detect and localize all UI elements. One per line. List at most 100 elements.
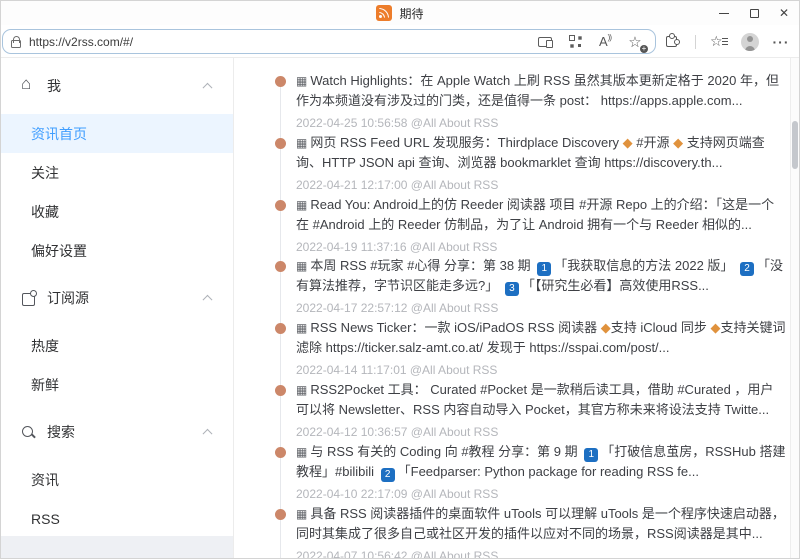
keycap-number-icon: 3 [505, 282, 519, 296]
diamond-icon: ◆ [710, 320, 720, 335]
feed-item-timestamp: 2022-04-12 10:36:57 @All About RSS [296, 423, 799, 441]
browser-window: 期待 ✕ https://v2rss.com/#/ [0, 0, 800, 559]
feed-item-title[interactable]: ▦具备 RSS 阅读器插件的桌面软件 uTools 可以理解 uTools 是一… [296, 504, 786, 544]
sidebar-group-subscriptions[interactable]: 订阅源 [1, 270, 233, 326]
feed-item-title[interactable]: ▦Read You: Android上的仿 Reeder 阅读器 项目 #开源 … [296, 195, 786, 235]
favorites-button[interactable] [707, 31, 731, 53]
sidebar-item-label: 新鲜 [31, 375, 59, 395]
feed-item[interactable]: ▦网页 RSS Feed URL 发现服务：Thirdplace Discove… [234, 133, 799, 195]
sidebar-item-search-rss[interactable]: RSS [1, 499, 233, 538]
feed-item-title[interactable]: ▦RSS2Pocket 工具： Curated #Pocket 是一款稍后读工具… [296, 380, 786, 420]
chevron-up-icon [203, 83, 213, 93]
subscribe-icon [21, 290, 37, 306]
split-screen-button[interactable] [533, 31, 557, 53]
extensions-icon [666, 36, 677, 47]
browser-toolbar: https://v2rss.com/#/ [1, 25, 799, 58]
address-bar-actions [533, 31, 647, 53]
feed-item-text: 支持 iCloud 同步 [611, 320, 711, 335]
url-input[interactable]: https://v2rss.com/#/ [29, 35, 533, 49]
sidebar-footer [1, 536, 233, 558]
profile-button[interactable] [738, 31, 762, 53]
sidebar-item-preferences[interactable]: 偏好设置 [1, 231, 233, 270]
sidebar-group-me[interactable]: 我 [1, 58, 233, 114]
sidebar-item-fresh[interactable]: 新鲜 [1, 365, 233, 404]
search-icon [21, 424, 37, 440]
timeline-dot-icon [275, 447, 286, 458]
feed-item-text: RSS2Pocket 工具： Curated #Pocket 是一款稍后读工具，… [296, 382, 773, 417]
sidebar-item-news-home[interactable]: 资讯首页 [1, 114, 233, 153]
feed-item-title[interactable]: ▦Watch Highlights：在 Apple Watch 上刷 RSS 虽… [296, 71, 786, 111]
timeline-dot-icon [275, 385, 286, 396]
sidebar-item-search-news[interactable]: 资讯 [1, 460, 233, 499]
sidebar-item-label: 热度 [31, 336, 59, 356]
feed-item-title[interactable]: ▦与 RSS 有关的 Coding 向 #教程 分享：第 9 期 1「打破信息茧… [296, 442, 786, 482]
sidebar-group-label: 订阅源 [47, 288, 89, 308]
timeline-dot-icon [275, 200, 286, 211]
toolbar-right-actions [660, 29, 793, 54]
feed-item-text: Read You: Android上的仿 Reeder 阅读器 项目 #开源 R… [296, 197, 774, 232]
timeline-dot-icon [275, 509, 286, 520]
feed-item-text: 与 RSS 有关的 Coding 向 #教程 分享：第 9 期 [310, 444, 581, 459]
feed-item-text: 具备 RSS 阅读器插件的桌面软件 uTools 可以理解 uTools 是一个… [296, 506, 785, 541]
diamond-icon: ◆ [601, 320, 611, 335]
diamond-icon: ◆ [673, 135, 683, 150]
timeline-dot-icon [275, 323, 286, 334]
sidebar-item-hot[interactable]: 热度 [1, 326, 233, 365]
emoji-glyph-icon: ▦ [296, 507, 307, 521]
window-controls: ✕ [709, 1, 799, 25]
emoji-glyph-icon: ▦ [296, 445, 307, 459]
close-button[interactable]: ✕ [769, 1, 799, 25]
title-bar: 期待 ✕ [1, 1, 799, 25]
feed-item-timestamp: 2022-04-19 11:37:16 @All About RSS [296, 238, 799, 256]
feed-item-text: 本周 RSS #玩家 #心得 分享：第 38 期 [310, 258, 534, 273]
sidebar: 我 资讯首页 关注 收藏 偏好设置 订阅源 热度 新鲜 搜索 资讯 RSS [1, 58, 234, 558]
feed-item[interactable]: ▦具备 RSS 阅读器插件的桌面软件 uTools 可以理解 uTools 是一… [234, 504, 799, 558]
sidebar-item-favorites[interactable]: 收藏 [1, 192, 233, 231]
feed-item-timestamp: 2022-04-14 11:17:01 @All About RSS [296, 361, 799, 379]
feed-scrollbar-track[interactable] [790, 58, 799, 558]
maximize-button[interactable] [739, 1, 769, 25]
feed-item-timestamp: 2022-04-25 10:56:58 @All About RSS [296, 114, 799, 132]
feed-item-timestamp: 2022-04-21 12:17:00 @All About RSS [296, 176, 799, 194]
feed-item-text: Watch Highlights：在 Apple Watch 上刷 RSS 虽然… [296, 73, 779, 108]
feed-item-text: 「Feedparser: Python package for reading … [398, 464, 699, 479]
minimize-button[interactable] [709, 1, 739, 25]
close-icon: ✕ [779, 6, 789, 20]
read-aloud-button[interactable] [593, 31, 617, 53]
feed-item[interactable]: ▦本周 RSS #玩家 #心得 分享：第 38 期 1「我获取信息的方法 202… [234, 256, 799, 318]
qr-code-button[interactable] [563, 31, 587, 53]
address-bar[interactable]: https://v2rss.com/#/ [2, 29, 656, 54]
sidebar-item-label: 关注 [31, 163, 59, 183]
feed-scrollbar-thumb[interactable] [792, 121, 798, 169]
sidebar-item-label: 资讯 [31, 470, 59, 490]
feed-item-text: RSS News Ticker：一款 iOS/iPadOS RSS 阅读器 [310, 320, 600, 335]
feed-item[interactable]: ▦RSS News Ticker：一款 iOS/iPadOS RSS 阅读器 ◆… [234, 318, 799, 380]
feed-item[interactable]: ▦Watch Highlights：在 Apple Watch 上刷 RSS 虽… [234, 71, 799, 133]
sidebar-group-search[interactable]: 搜索 [1, 404, 233, 460]
sidebar-item-label: 偏好设置 [31, 241, 87, 261]
split-screen-icon [538, 37, 552, 47]
keycap-number-icon: 2 [381, 468, 395, 482]
rss-favicon-icon [376, 5, 392, 21]
feed-item[interactable]: ▦与 RSS 有关的 Coding 向 #教程 分享：第 9 期 1「打破信息茧… [234, 442, 799, 504]
sidebar-item-label: 资讯首页 [31, 124, 87, 144]
active-tab[interactable]: 期待 [376, 5, 423, 22]
feed-item[interactable]: ▦RSS2Pocket 工具： Curated #Pocket 是一款稍后读工具… [234, 380, 799, 442]
lock-icon[interactable] [11, 40, 21, 48]
timeline-dot-icon [275, 138, 286, 149]
add-favorite-button[interactable] [623, 31, 647, 53]
feed-item-title[interactable]: ▦网页 RSS Feed URL 发现服务：Thirdplace Discove… [296, 133, 786, 173]
emoji-glyph-icon: ▦ [296, 383, 307, 397]
maximize-icon [750, 9, 759, 18]
feed-item[interactable]: ▦Read You: Android上的仿 Reeder 阅读器 项目 #开源 … [234, 195, 799, 257]
more-menu-button[interactable] [769, 31, 793, 53]
sidebar-item-following[interactable]: 关注 [1, 153, 233, 192]
feed-item-title[interactable]: ▦RSS News Ticker：一款 iOS/iPadOS RSS 阅读器 ◆… [296, 318, 786, 358]
sidebar-item-label: RSS [31, 511, 60, 527]
feed-item-title[interactable]: ▦本周 RSS #玩家 #心得 分享：第 38 期 1「我获取信息的方法 202… [296, 256, 786, 296]
extensions-button[interactable] [660, 31, 684, 53]
timeline-dot-icon [275, 261, 286, 272]
chevron-up-icon [203, 295, 213, 305]
feed-item-text: 网页 RSS Feed URL 发现服务：Thirdplace Discover… [310, 135, 622, 150]
chevron-up-icon [203, 429, 213, 439]
